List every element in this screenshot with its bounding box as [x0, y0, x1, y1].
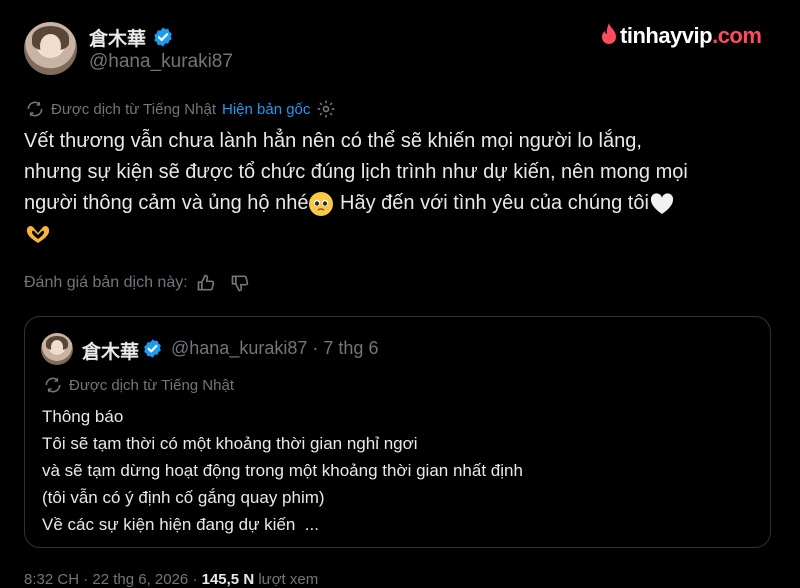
rate-label: Đánh giá bản dịch này: [24, 274, 188, 291]
author-name[interactable]: 倉木華 [89, 24, 146, 51]
tweet-line-part: người thông cảm và ủng hộ nhé [24, 192, 309, 214]
tweet-line-part: Hãy đến với tình yêu của chúng tôi [334, 192, 649, 214]
translation-notice: Được dịch từ Tiếng Nhật Hiện bản gốc [25, 99, 336, 119]
translate-icon [45, 377, 61, 393]
quote-line: Về các sự kiện hiện đang dự kiến ... [42, 515, 319, 534]
quoted-tweet[interactable]: 倉木華 @hana_kuraki87 · 7 thg 6 Được dịch t… [24, 316, 771, 548]
verified-badge-icon [154, 27, 172, 47]
heart-hands-emoji-icon [26, 225, 50, 243]
show-original-link[interactable]: Hiện bản gốc [222, 101, 310, 118]
quote-author-name: 倉木華 [82, 342, 140, 363]
watermark-brand: tinhayvip [620, 23, 713, 48]
quote-line: Tôi sẽ tạm thời có một khoảng thời gian … [42, 434, 418, 453]
quote-line: Thông báo [42, 407, 124, 426]
tweet-line [24, 219, 780, 250]
views-label: lượt xem [258, 571, 319, 588]
translate-icon [27, 101, 43, 117]
quote-translation-notice: Được dịch từ Tiếng Nhật [43, 375, 234, 395]
quote-line: và sẽ tạm dừng hoạt động trong một khoản… [42, 461, 523, 480]
tweet-line: nhưng sự kiện sẽ được tổ chức đúng lịch … [24, 161, 688, 183]
pleading-face-emoji-icon [309, 191, 334, 216]
verified-badge-icon [144, 339, 161, 358]
watermark-logo: tinhayvip.com [598, 20, 762, 52]
author-avatar[interactable] [24, 22, 77, 75]
gear-icon[interactable] [316, 99, 336, 119]
quote-meta: @hana_kuraki87 · 7 thg 6 [171, 338, 378, 359]
translation-label: Được dịch từ Tiếng Nhật [51, 100, 216, 118]
tweet-text: Vết thương vẫn chưa lành hẳn nên có thể … [24, 126, 780, 250]
quote-separator: · [312, 338, 319, 358]
quote-handle: @hana_kuraki87 [171, 338, 308, 358]
views-count: 145,5 N [201, 571, 255, 588]
quote-date[interactable]: 7 thg 6 [323, 338, 378, 358]
thumbs-down-icon[interactable] [230, 273, 250, 293]
white-heart-emoji-icon [650, 193, 673, 214]
tweet-footer: 8:32 CH · 22 thg 6, 2026 · 145,5 N lượt … [24, 571, 318, 588]
quote-text: Thông báo Tôi sẽ tạm thời có một khoảng … [42, 403, 523, 538]
watermark-tld: .com [712, 23, 762, 48]
quote-line: (tôi vẫn có ý định cố gắng quay phim) [42, 488, 325, 507]
tweet-line: Vết thương vẫn chưa lành hẳn nên có thể … [24, 130, 642, 152]
author-handle[interactable]: @hana_kuraki87 [89, 51, 233, 73]
tweet-line: người thông cảm và ủng hộ nhé Hãy đến vớ… [24, 188, 780, 219]
thumbs-up-icon[interactable] [196, 273, 216, 293]
rate-translation-row: Đánh giá bản dịch này: [24, 273, 250, 293]
quote-avatar[interactable] [41, 333, 73, 365]
tinder-flame-icon [602, 23, 616, 44]
tweet-timestamp[interactable]: 8:32 CH · 22 thg 6, 2026 · [24, 571, 197, 588]
quote-translation-label: Được dịch từ Tiếng Nhật [69, 376, 234, 394]
